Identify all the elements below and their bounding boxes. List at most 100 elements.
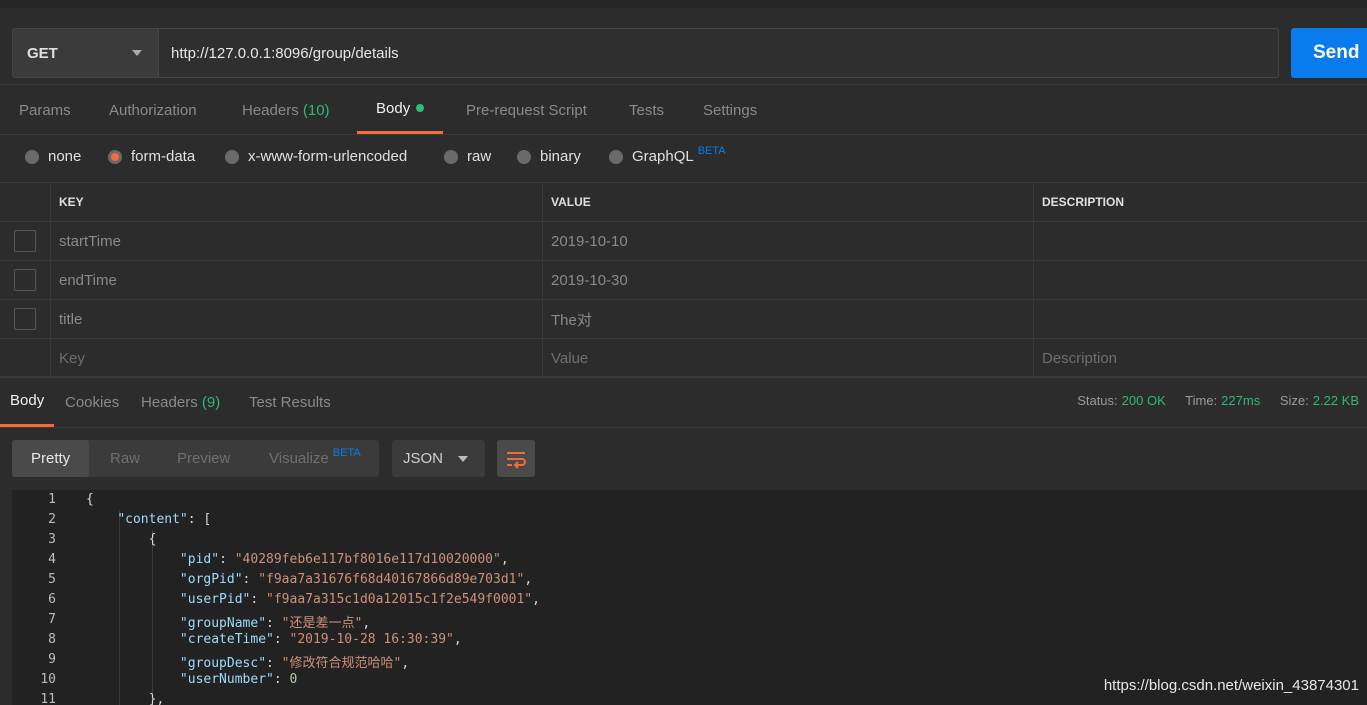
tab-authorization[interactable]: Authorization — [109, 85, 197, 135]
response-tab-cookies[interactable]: Cookies — [65, 377, 119, 427]
value-input[interactable]: Value — [543, 339, 1034, 377]
new-row: Key Value Description — [0, 339, 1367, 378]
format-select[interactable]: JSON — [392, 440, 485, 477]
format-label: JSON — [403, 450, 444, 467]
modified-dot-icon — [416, 104, 425, 112]
tab-label: Cookies — [65, 393, 120, 411]
tab-label: Headers — [141, 393, 198, 411]
request-tabs: Params Authorization Headers (10) Body P… — [0, 84, 1367, 135]
description-cell[interactable] — [1034, 222, 1367, 260]
tab-pre-request-script[interactable]: Pre-request Script — [466, 85, 587, 135]
tab-label: Body — [376, 99, 411, 117]
tab-label: Pre-request Script — [466, 101, 587, 119]
line-number: 2 — [48, 512, 56, 527]
tab-body[interactable]: Body — [357, 85, 444, 134]
tab-label: Params — [19, 101, 71, 119]
response-view-bar: Pretty Raw Preview Visualize BETA JSON — [0, 428, 1367, 490]
code-line: "userPid": "f9aa7a315c1d0a12015c1f2e549f… — [179, 592, 540, 607]
line-number: 4 — [48, 552, 56, 567]
size-value[interactable]: 2.22 KB — [1313, 393, 1359, 408]
row-checkbox[interactable] — [14, 308, 36, 330]
radio-label: x-www-form-urlencoded — [248, 148, 408, 165]
chevron-down-icon — [458, 456, 468, 462]
radio-none[interactable]: none — [25, 148, 81, 165]
tab-settings[interactable]: Settings — [703, 85, 757, 135]
code-line: "content": [ — [117, 512, 212, 527]
row-spacer — [0, 339, 51, 377]
view-mode-group: Pretty Raw Preview Visualize BETA — [12, 440, 379, 477]
code-line: { — [86, 492, 94, 507]
line-number: 7 — [48, 612, 56, 627]
headers-count: (9) — [201, 393, 221, 411]
beta-badge: BETA — [332, 446, 361, 459]
description-cell[interactable] — [1034, 300, 1367, 338]
line-number: 10 — [40, 672, 56, 687]
method-select[interactable]: GET — [12, 28, 158, 78]
row-checkbox-cell — [0, 300, 51, 338]
row-checkbox[interactable] — [14, 269, 36, 291]
url-text: http://127.0.0.1:8096/group/details — [171, 44, 399, 62]
tab-label: Settings — [703, 101, 758, 119]
radio-x-www-form-urlencoded[interactable]: x-www-form-urlencoded — [225, 148, 407, 165]
tab-label: Headers — [242, 101, 299, 119]
body-type-options: none form-data x-www-form-urlencoded raw… — [0, 135, 1367, 183]
headers-count: (10) — [302, 101, 330, 119]
radio-label: GraphQL — [632, 148, 694, 165]
line-number: 9 — [48, 652, 56, 667]
radio-raw[interactable]: raw — [444, 148, 491, 165]
response-tab-test-results[interactable]: Test Results — [249, 377, 331, 427]
row-checkbox-cell — [0, 261, 51, 299]
response-status: Status: 200 OK Time: 227ms Size: 2.22 KB — [1077, 393, 1359, 408]
column-header-description: DESCRIPTION — [1042, 195, 1125, 209]
radio-binary[interactable]: binary — [517, 148, 581, 165]
send-button[interactable]: Send — [1291, 28, 1367, 78]
tab-label: Test Results — [249, 393, 331, 411]
table-row: title The对 — [0, 300, 1367, 339]
tab-tests[interactable]: Tests — [629, 85, 664, 135]
code-line: "createTime": "2019-10-28 16:30:39", — [179, 632, 462, 647]
radio-label: form-data — [131, 148, 196, 165]
tab-headers[interactable]: Headers (10) — [242, 85, 330, 135]
view-pretty[interactable]: Pretty — [12, 440, 90, 477]
key-cell[interactable]: startTime — [51, 222, 543, 260]
row-checkbox[interactable] — [14, 230, 36, 252]
watermark-text: https://blog.csdn.net/weixin_43874301 — [1103, 677, 1359, 694]
value-cell[interactable]: The对 — [543, 300, 1034, 338]
time-label: Time: — [1185, 393, 1218, 408]
key-cell[interactable]: title — [51, 300, 543, 338]
tab-label: Authorization — [109, 101, 197, 119]
view-preview[interactable]: Preview — [177, 440, 230, 477]
value-cell[interactable]: 2019-10-10 — [543, 222, 1034, 260]
response-tab-headers[interactable]: Headers (9) — [141, 377, 220, 427]
response-tabs: Body Cookies Headers (9) Test Results St… — [0, 376, 1367, 428]
response-body-code[interactable]: 1 {2 "content": [3 {4 "pid": "40289feb6e1… — [12, 490, 1367, 705]
status-value[interactable]: 200 OK — [1122, 393, 1166, 408]
radio-graphql[interactable]: GraphQL BETA — [609, 144, 726, 165]
view-raw[interactable]: Raw — [110, 440, 140, 477]
time-value[interactable]: 227ms — [1221, 393, 1260, 408]
tab-label: Body — [10, 392, 45, 409]
radio-label: binary — [540, 148, 581, 165]
radio-label: none — [48, 148, 82, 165]
tab-params[interactable]: Params — [19, 85, 71, 135]
beta-badge: BETA — [697, 144, 726, 157]
wrap-lines-button[interactable] — [497, 440, 535, 477]
visualize-label: Visualize — [269, 450, 329, 467]
column-header-key: KEY — [51, 183, 543, 221]
view-visualize[interactable]: Visualize BETA — [269, 440, 361, 477]
line-number: 3 — [48, 532, 56, 547]
url-input[interactable]: http://127.0.0.1:8096/group/details — [158, 28, 1279, 78]
code-line: }, — [86, 692, 165, 705]
key-cell[interactable]: endTime — [51, 261, 543, 299]
wrap-lines-icon — [507, 451, 526, 469]
description-input[interactable]: Description — [1034, 339, 1367, 377]
header-spacer — [0, 183, 51, 221]
description-cell[interactable] — [1034, 261, 1367, 299]
radio-form-data[interactable]: form-data — [108, 148, 195, 165]
line-number: 8 — [48, 632, 56, 647]
value-cell[interactable]: 2019-10-30 — [543, 261, 1034, 299]
code-line: "groupDesc": "修改符合规范哈哈", — [179, 656, 410, 671]
radio-icon — [517, 149, 531, 164]
key-input[interactable]: Key — [51, 339, 543, 377]
response-tab-body[interactable]: Body — [0, 377, 55, 427]
